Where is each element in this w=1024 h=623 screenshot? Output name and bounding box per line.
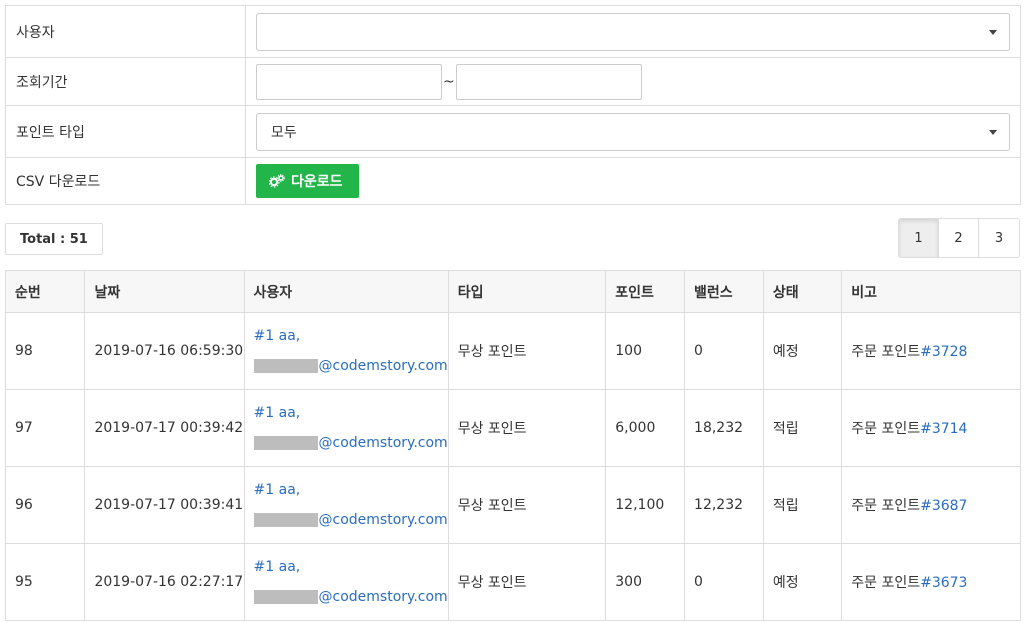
table-row: 96 2019-07-17 00:39:41 #1 aa, @codemstor… xyxy=(4,466,1021,544)
gears-icon xyxy=(269,174,285,188)
cell-note: 주문 포인트#3714 xyxy=(841,389,1021,467)
filter-row-point-type: 포인트 타입 모두 xyxy=(6,106,1020,158)
note-prefix: 주문 포인트 xyxy=(851,344,921,360)
cell-note: 주문 포인트#3673 xyxy=(841,543,1021,621)
user-select[interactable] xyxy=(256,12,1010,51)
cell-type: 무상 포인트 xyxy=(447,543,607,621)
cell-balance: 12,232 xyxy=(684,466,764,544)
cell-type: 무상 포인트 xyxy=(447,312,607,390)
cell-status: 예정 xyxy=(762,312,843,390)
cell-balance: 0 xyxy=(684,312,764,390)
download-button-label: 다운로드 xyxy=(291,174,343,190)
cell-user: #1 aa, @codemstory.com xyxy=(243,312,449,390)
point-type-select[interactable]: 모두 xyxy=(256,112,1010,151)
cell-point: 100 xyxy=(605,312,686,390)
user-name-link[interactable]: #1 aa, xyxy=(254,328,448,344)
cell-date: 2019-07-17 00:39:42 xyxy=(84,389,245,467)
cell-no: 95 xyxy=(4,543,86,621)
header-point[interactable]: 포인트 xyxy=(605,270,686,313)
total-count: Total : 51 xyxy=(5,223,103,255)
date-from-input[interactable] xyxy=(256,63,442,100)
cell-status: 적립 xyxy=(762,389,843,467)
caret-down-icon xyxy=(989,29,997,35)
table-header-row: 순번 날짜 사용자 타입 포인트 밸런스 상태 비고 xyxy=(4,270,1021,313)
cell-point: 300 xyxy=(605,543,686,621)
cell-status: 적립 xyxy=(762,466,843,544)
order-link[interactable]: #3728 xyxy=(920,344,967,360)
header-type[interactable]: 타입 xyxy=(447,270,607,313)
filter-form: 사용자 조회기간 ~ 포인트 타입 모두 CSV 다운로드 다운로드 xyxy=(5,5,1021,205)
pagination: 1 2 3 xyxy=(898,218,1020,258)
user-label: 사용자 xyxy=(6,6,246,57)
filter-row-user: 사용자 xyxy=(6,6,1020,58)
cell-balance: 0 xyxy=(684,543,764,621)
header-balance[interactable]: 밸런스 xyxy=(684,270,764,313)
filter-row-period: 조회기간 ~ xyxy=(6,58,1020,106)
cell-balance: 18,232 xyxy=(684,389,764,467)
date-separator: ~ xyxy=(443,73,455,90)
cell-point: 6,000 xyxy=(605,389,686,467)
note-prefix: 주문 포인트 xyxy=(851,575,921,591)
page-3[interactable]: 3 xyxy=(979,219,1019,257)
date-to-input[interactable] xyxy=(455,63,642,100)
user-email-domain: @codemstory.com xyxy=(318,589,448,605)
table-row: 97 2019-07-17 00:39:42 #1 aa, @codemstor… xyxy=(4,389,1021,467)
cell-no: 97 xyxy=(4,389,86,467)
page-2[interactable]: 2 xyxy=(939,219,979,257)
download-button[interactable]: 다운로드 xyxy=(256,164,359,198)
masked-email-redaction xyxy=(253,590,318,604)
cell-no: 98 xyxy=(4,312,86,390)
cell-note: 주문 포인트#3728 xyxy=(841,312,1021,390)
cell-type: 무상 포인트 xyxy=(447,466,607,544)
cell-date: 2019-07-17 00:39:41 xyxy=(84,466,245,544)
table-row: 95 2019-07-16 02:27:17 #1 aa, @codemstor… xyxy=(4,543,1021,621)
points-table: 순번 날짜 사용자 타입 포인트 밸런스 상태 비고 98 2019-07-16… xyxy=(4,270,1021,621)
caret-down-icon xyxy=(989,129,997,135)
user-email-domain: @codemstory.com xyxy=(318,435,448,451)
order-link[interactable]: #3687 xyxy=(920,498,967,514)
cell-date: 2019-07-16 02:27:17 xyxy=(84,543,245,621)
user-name-link[interactable]: #1 aa, xyxy=(254,559,448,575)
user-email-domain: @codemstory.com xyxy=(318,358,448,374)
point-type-label: 포인트 타입 xyxy=(6,106,246,157)
masked-email-redaction xyxy=(253,359,318,373)
cell-no: 96 xyxy=(4,466,86,544)
order-link[interactable]: #3714 xyxy=(920,421,967,437)
user-email-link[interactable]: @codemstory.com xyxy=(253,358,448,374)
period-label: 조회기간 xyxy=(6,58,246,105)
user-email-domain: @codemstory.com xyxy=(318,512,448,528)
header-user[interactable]: 사용자 xyxy=(243,270,449,313)
user-email-link[interactable]: @codemstory.com xyxy=(253,589,448,605)
point-type-select-value: 모두 xyxy=(271,124,297,141)
header-no[interactable]: 순번 xyxy=(4,270,86,313)
table-row: 98 2019-07-16 06:59:30 #1 aa, @codemstor… xyxy=(4,312,1021,390)
header-note[interactable]: 비고 xyxy=(841,270,1021,313)
user-name-link[interactable]: #1 aa, xyxy=(254,405,448,421)
cell-user: #1 aa, @codemstory.com xyxy=(243,389,449,467)
note-prefix: 주문 포인트 xyxy=(851,498,921,514)
cell-point: 12,100 xyxy=(605,466,686,544)
user-email-link[interactable]: @codemstory.com xyxy=(253,512,448,528)
note-prefix: 주문 포인트 xyxy=(851,421,921,437)
cell-status: 예정 xyxy=(762,543,843,621)
user-name-link[interactable]: #1 aa, xyxy=(254,482,448,498)
filter-row-csv: CSV 다운로드 다운로드 xyxy=(6,158,1020,204)
cell-user: #1 aa, @codemstory.com xyxy=(243,466,449,544)
cell-type: 무상 포인트 xyxy=(447,389,607,467)
cell-user: #1 aa, @codemstory.com xyxy=(243,543,449,621)
masked-email-redaction xyxy=(253,513,318,527)
order-link[interactable]: #3673 xyxy=(920,575,967,591)
header-status[interactable]: 상태 xyxy=(762,270,843,313)
cell-date: 2019-07-16 06:59:30 xyxy=(84,312,245,390)
masked-email-redaction xyxy=(253,436,318,450)
header-date[interactable]: 날짜 xyxy=(84,270,245,313)
csv-label: CSV 다운로드 xyxy=(6,158,246,204)
user-email-link[interactable]: @codemstory.com xyxy=(253,435,448,451)
page-1[interactable]: 1 xyxy=(899,219,939,257)
cell-note: 주문 포인트#3687 xyxy=(841,466,1021,544)
